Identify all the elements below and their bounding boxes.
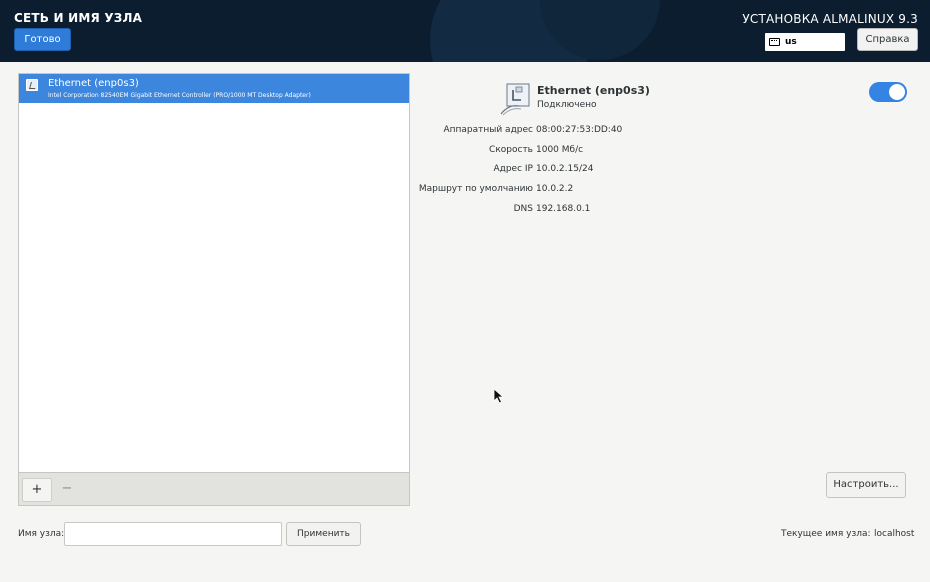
mouse-pointer-icon [493, 388, 505, 404]
detail-key: Аппаратный адрес [443, 125, 533, 135]
network-wired-icon [500, 83, 530, 116]
done-button[interactable]: Готово [14, 28, 71, 51]
apply-hostname-button[interactable]: Применить [286, 522, 361, 546]
detail-value: 08:00:27:53:DD:40 [536, 125, 623, 135]
page-title: СЕТЬ И ИМЯ УЗЛА [14, 11, 143, 25]
hostname-label: Имя узла: [18, 529, 65, 539]
device-title: Ethernet (enp0s3) [537, 84, 650, 97]
device-list-toolbar: + − [18, 473, 410, 506]
current-hostname-label: Текущее имя узла: [781, 529, 871, 539]
detail-row-ip: Адрес IP 10.0.2.15/24 [380, 164, 740, 178]
product-title: УСТАНОВКА ALMALINUX 9.3 [742, 12, 918, 26]
help-button[interactable]: Справка [857, 28, 918, 51]
device-name: Ethernet (enp0s3) [48, 78, 139, 89]
detail-row-dns: DNS 192.168.0.1 [380, 204, 740, 218]
detail-row-speed: Скорость 1000 Мб/с [380, 145, 740, 159]
current-hostname-value: localhost [874, 529, 915, 539]
remove-device-button[interactable]: − [52, 478, 82, 502]
detail-value: 10.0.2.15/24 [536, 164, 594, 174]
detail-key: Адрес IP [493, 164, 533, 174]
detail-key: DNS [513, 204, 533, 214]
detail-row-hw-address: Аппаратный адрес 08:00:27:53:DD:40 [380, 125, 740, 139]
keyboard-icon [769, 38, 780, 46]
detail-value: 10.0.2.2 [536, 184, 574, 194]
top-bar: СЕТЬ И ИМЯ УЗЛА Готово УСТАНОВКА ALMALIN… [0, 0, 930, 62]
keyboard-layout-label: us [785, 37, 797, 47]
device-enable-toggle[interactable] [869, 82, 907, 102]
device-description: Intel Corporation 82540EM Gigabit Ethern… [48, 92, 311, 99]
device-list-item[interactable]: Ethernet (enp0s3) Intel Corporation 8254… [19, 74, 409, 103]
toggle-knob [889, 84, 905, 100]
add-device-button[interactable]: + [22, 478, 52, 502]
detail-value: 192.168.0.1 [536, 204, 591, 214]
device-status: Подключено [537, 100, 597, 110]
keyboard-layout-indicator[interactable]: us [765, 33, 845, 51]
detail-key: Маршрут по умолчанию [418, 184, 533, 194]
hostname-input[interactable] [64, 522, 282, 546]
detail-row-default-route: Маршрут по умолчанию 10.0.2.2 [380, 184, 740, 198]
device-list: Ethernet (enp0s3) Intel Corporation 8254… [18, 73, 410, 473]
detail-value: 1000 Мб/с [536, 145, 584, 155]
network-wired-icon [26, 79, 38, 91]
detail-key: Скорость [489, 145, 533, 155]
configure-button[interactable]: Настроить... [826, 472, 906, 498]
